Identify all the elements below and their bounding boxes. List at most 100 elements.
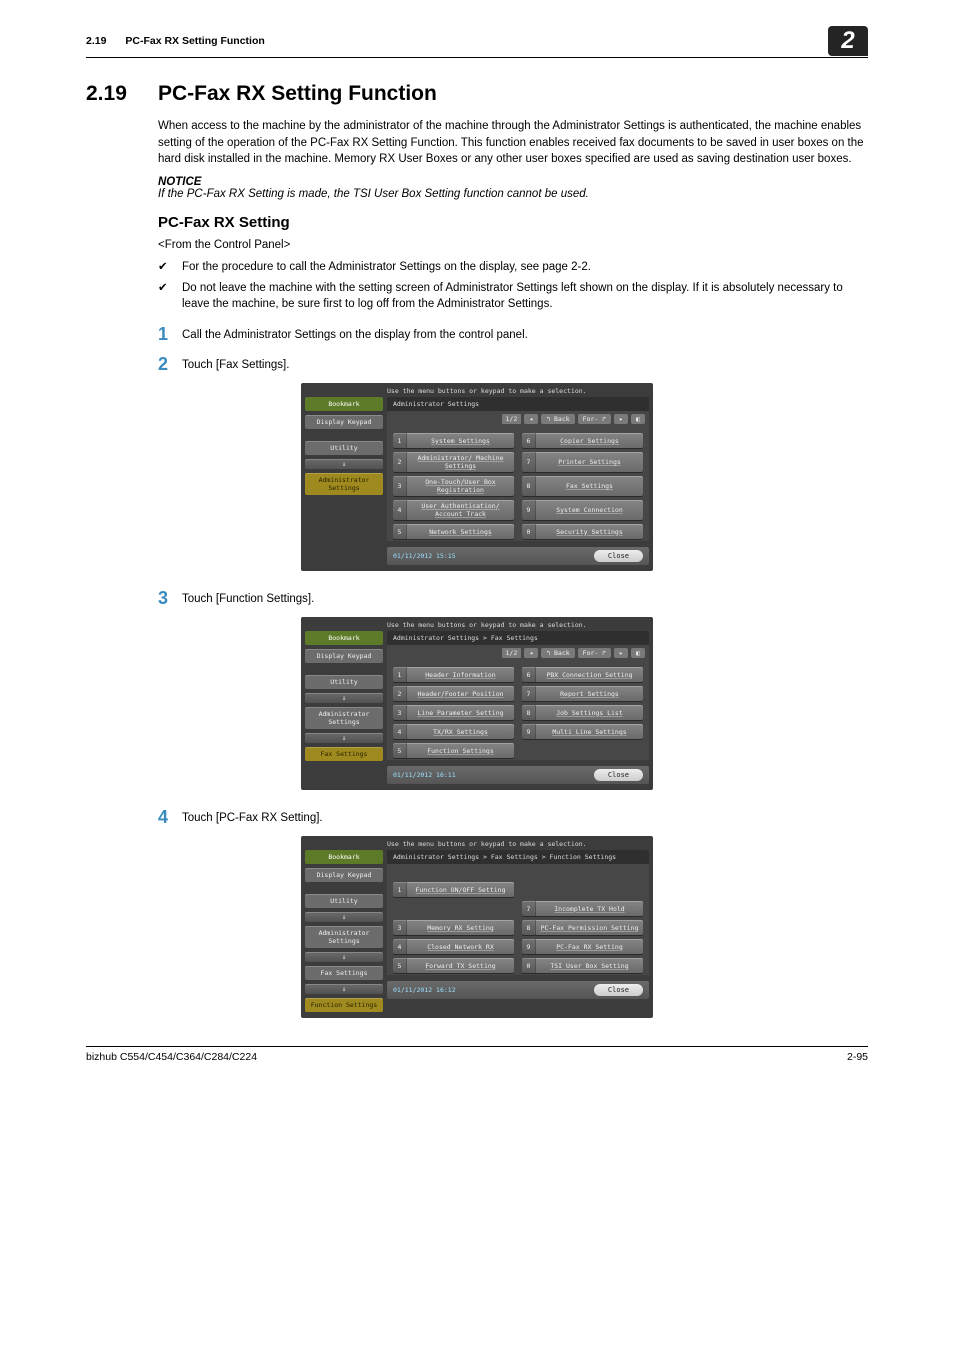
back-button[interactable]: ↰ Back — [541, 414, 574, 424]
menu-line-parameter[interactable]: 3Line Parameter Setting — [393, 705, 514, 720]
mfp-screenshot-admin-settings: Use the menu buttons or keypad to make a… — [301, 383, 653, 571]
menu-security-settings[interactable]: 0Security Settings — [522, 524, 643, 539]
timestamp: 01/11/2012 16:11 — [393, 771, 456, 779]
menu-onetouch-userbox[interactable]: 3One-Touch/User Box Registration — [393, 476, 514, 496]
menu-grid: 1Header Information 6PBX Connection Sett… — [387, 661, 649, 760]
menu-function-settings[interactable]: 5Function Settings — [393, 743, 514, 758]
arrow-down-icon: ↓ — [305, 459, 383, 469]
admin-settings-crumb-button[interactable]: Administrator Settings — [305, 707, 383, 729]
checkmark-icon: ✔ — [158, 280, 182, 313]
hint-text: Use the menu buttons or keypad to make a… — [387, 621, 649, 629]
menu-grid: 1System Settings 6Copier Settings 2Admin… — [387, 427, 649, 541]
step-text: Touch [Function Settings]. — [182, 589, 314, 605]
bookmark-flag-icon[interactable]: ◧ — [631, 648, 645, 658]
close-button[interactable]: Close — [594, 769, 643, 781]
header-section-number: 2.19 — [86, 35, 106, 47]
admin-settings-crumb-button[interactable]: Administrator Settings — [305, 473, 383, 495]
menu-network-settings[interactable]: 5Network Settings — [393, 524, 514, 539]
breadcrumb: Administrator Settings > Fax Settings > … — [387, 850, 649, 864]
menu-closed-network-rx[interactable]: 4Closed Network RX — [393, 939, 514, 954]
fax-settings-crumb-button[interactable]: Fax Settings — [305, 747, 383, 761]
menu-pcfax-rx-setting[interactable]: 9PC-Fax RX Setting — [522, 939, 643, 954]
notice-text: If the PC-Fax RX Setting is made, the TS… — [158, 188, 868, 200]
step-text: Call the Administrator Settings on the d… — [182, 325, 528, 341]
check-text: Do not leave the machine with the settin… — [182, 280, 868, 313]
menu-incomplete-tx-hold[interactable]: 7Incomplete TX Hold — [522, 901, 643, 916]
step: 2 Touch [Fax Settings]. — [158, 355, 868, 373]
menu-memory-rx-setting[interactable]: 3Memory RX Setting — [393, 920, 514, 935]
menu-pbx-connection[interactable]: 6PBX Connection Setting — [522, 667, 643, 682]
hint-text: Use the menu buttons or keypad to make a… — [387, 840, 649, 848]
menu-fax-settings[interactable]: 8Fax Settings — [522, 476, 643, 496]
breadcrumb: Administrator Settings > Fax Settings — [387, 631, 649, 645]
bookmark-flag-icon[interactable]: ◧ — [631, 414, 645, 424]
admin-settings-crumb-button[interactable]: Administrator Settings — [305, 926, 383, 948]
utility-button[interactable]: Utility — [305, 441, 383, 455]
display-keypad-button[interactable]: Display Keypad — [305, 415, 383, 429]
paging-prev-icon[interactable]: ◂ — [524, 648, 538, 658]
paging-bar: 1/2 ◂ ↰ Back For- ↱ ▸ ◧ — [387, 645, 649, 661]
fax-settings-crumb-button[interactable]: Fax Settings — [305, 966, 383, 980]
menu-system-settings[interactable]: 1System Settings — [393, 433, 514, 448]
arrow-down-icon: ↓ — [305, 984, 383, 994]
close-button[interactable]: Close — [594, 984, 643, 996]
menu-admin-machine-settings[interactable]: 2Administrator/ Machine Settings — [393, 452, 514, 472]
intro-paragraph: When access to the machine by the admini… — [158, 118, 868, 168]
step-number: 3 — [158, 589, 182, 607]
back-button[interactable]: ↰ Back — [541, 648, 574, 658]
timestamp: 01/11/2012 15:15 — [393, 552, 456, 560]
menu-printer-settings[interactable]: 7Printer Settings — [522, 452, 643, 472]
arrow-down-icon: ↓ — [305, 733, 383, 743]
step-text: Touch [Fax Settings]. — [182, 355, 289, 371]
menu-forward-tx-setting[interactable]: 5Forward TX Setting — [393, 958, 514, 973]
section-title-text: PC-Fax RX Setting Function — [158, 82, 437, 105]
menu-multiline-settings[interactable]: 9Multi Line Settings — [522, 724, 643, 739]
menu-txrx-settings[interactable]: 4TX/RX Settings — [393, 724, 514, 739]
menu-grid: 1Function ON/OFF Setting 7Incomplete TX … — [387, 876, 649, 975]
arrow-down-icon: ↓ — [305, 693, 383, 703]
step-number: 2 — [158, 355, 182, 373]
origin-note: <From the Control Panel> — [158, 239, 868, 251]
forward-button[interactable]: For- ↱ — [578, 414, 611, 424]
display-keypad-button[interactable]: Display Keypad — [305, 649, 383, 663]
forward-button[interactable]: For- ↱ — [578, 648, 611, 658]
paging-next-icon[interactable]: ▸ — [614, 414, 628, 424]
step-number: 1 — [158, 325, 182, 343]
running-header: 2.19 PC-Fax RX Setting Function 2 — [86, 26, 868, 58]
timestamp: 01/11/2012 16:12 — [393, 986, 456, 994]
menu-system-connection[interactable]: 9System Connection — [522, 500, 643, 520]
close-button[interactable]: Close — [594, 550, 643, 562]
paging-bar: 1/2 ◂ ↰ Back For- ↱ ▸ ◧ — [387, 411, 649, 427]
utility-button[interactable]: Utility — [305, 894, 383, 908]
function-settings-crumb-button[interactable]: Function Settings — [305, 998, 383, 1012]
menu-tsi-userbox-setting[interactable]: 0TSI User Box Setting — [522, 958, 643, 973]
bookmark-tab[interactable]: Bookmark — [305, 631, 383, 645]
check-text: For the procedure to call the Administra… — [182, 259, 591, 276]
mfp-screenshot-fax-settings: Use the menu buttons or keypad to make a… — [301, 617, 653, 790]
checkmark-icon: ✔ — [158, 259, 182, 276]
paging-prev-icon[interactable]: ◂ — [524, 414, 538, 424]
page-indicator: 1/2 — [502, 414, 522, 424]
section-title: 2.19PC-Fax RX Setting Function — [86, 82, 868, 106]
menu-user-auth[interactable]: 4User Authentication/ Account Track — [393, 500, 514, 520]
bookmark-tab[interactable]: Bookmark — [305, 397, 383, 411]
footer-model: bizhub C554/C454/C364/C284/C224 — [86, 1051, 257, 1063]
step-text: Touch [PC-Fax RX Setting]. — [182, 808, 323, 824]
bookmark-tab[interactable]: Bookmark — [305, 850, 383, 864]
menu-job-settings-list[interactable]: 8Job Settings List — [522, 705, 643, 720]
step: 4 Touch [PC-Fax RX Setting]. — [158, 808, 868, 826]
utility-button[interactable]: Utility — [305, 675, 383, 689]
step: 3 Touch [Function Settings]. — [158, 589, 868, 607]
hint-text: Use the menu buttons or keypad to make a… — [387, 387, 649, 395]
menu-header-info[interactable]: 1Header Information — [393, 667, 514, 682]
menu-function-onoff[interactable]: 1Function ON/OFF Setting — [393, 882, 514, 897]
menu-copier-settings[interactable]: 6Copier Settings — [522, 433, 643, 448]
check-item: ✔ For the procedure to call the Administ… — [158, 259, 868, 276]
display-keypad-button[interactable]: Display Keypad — [305, 868, 383, 882]
menu-pcfax-permission[interactable]: 8PC-Fax Permission Setting — [522, 920, 643, 935]
page-footer: bizhub C554/C454/C364/C284/C224 2-95 — [86, 1046, 868, 1063]
menu-header-footer-pos[interactable]: 2Header/Footer Position — [393, 686, 514, 701]
chapter-badge: 2 — [828, 26, 868, 56]
paging-next-icon[interactable]: ▸ — [614, 648, 628, 658]
menu-report-settings[interactable]: 7Report Settings — [522, 686, 643, 701]
